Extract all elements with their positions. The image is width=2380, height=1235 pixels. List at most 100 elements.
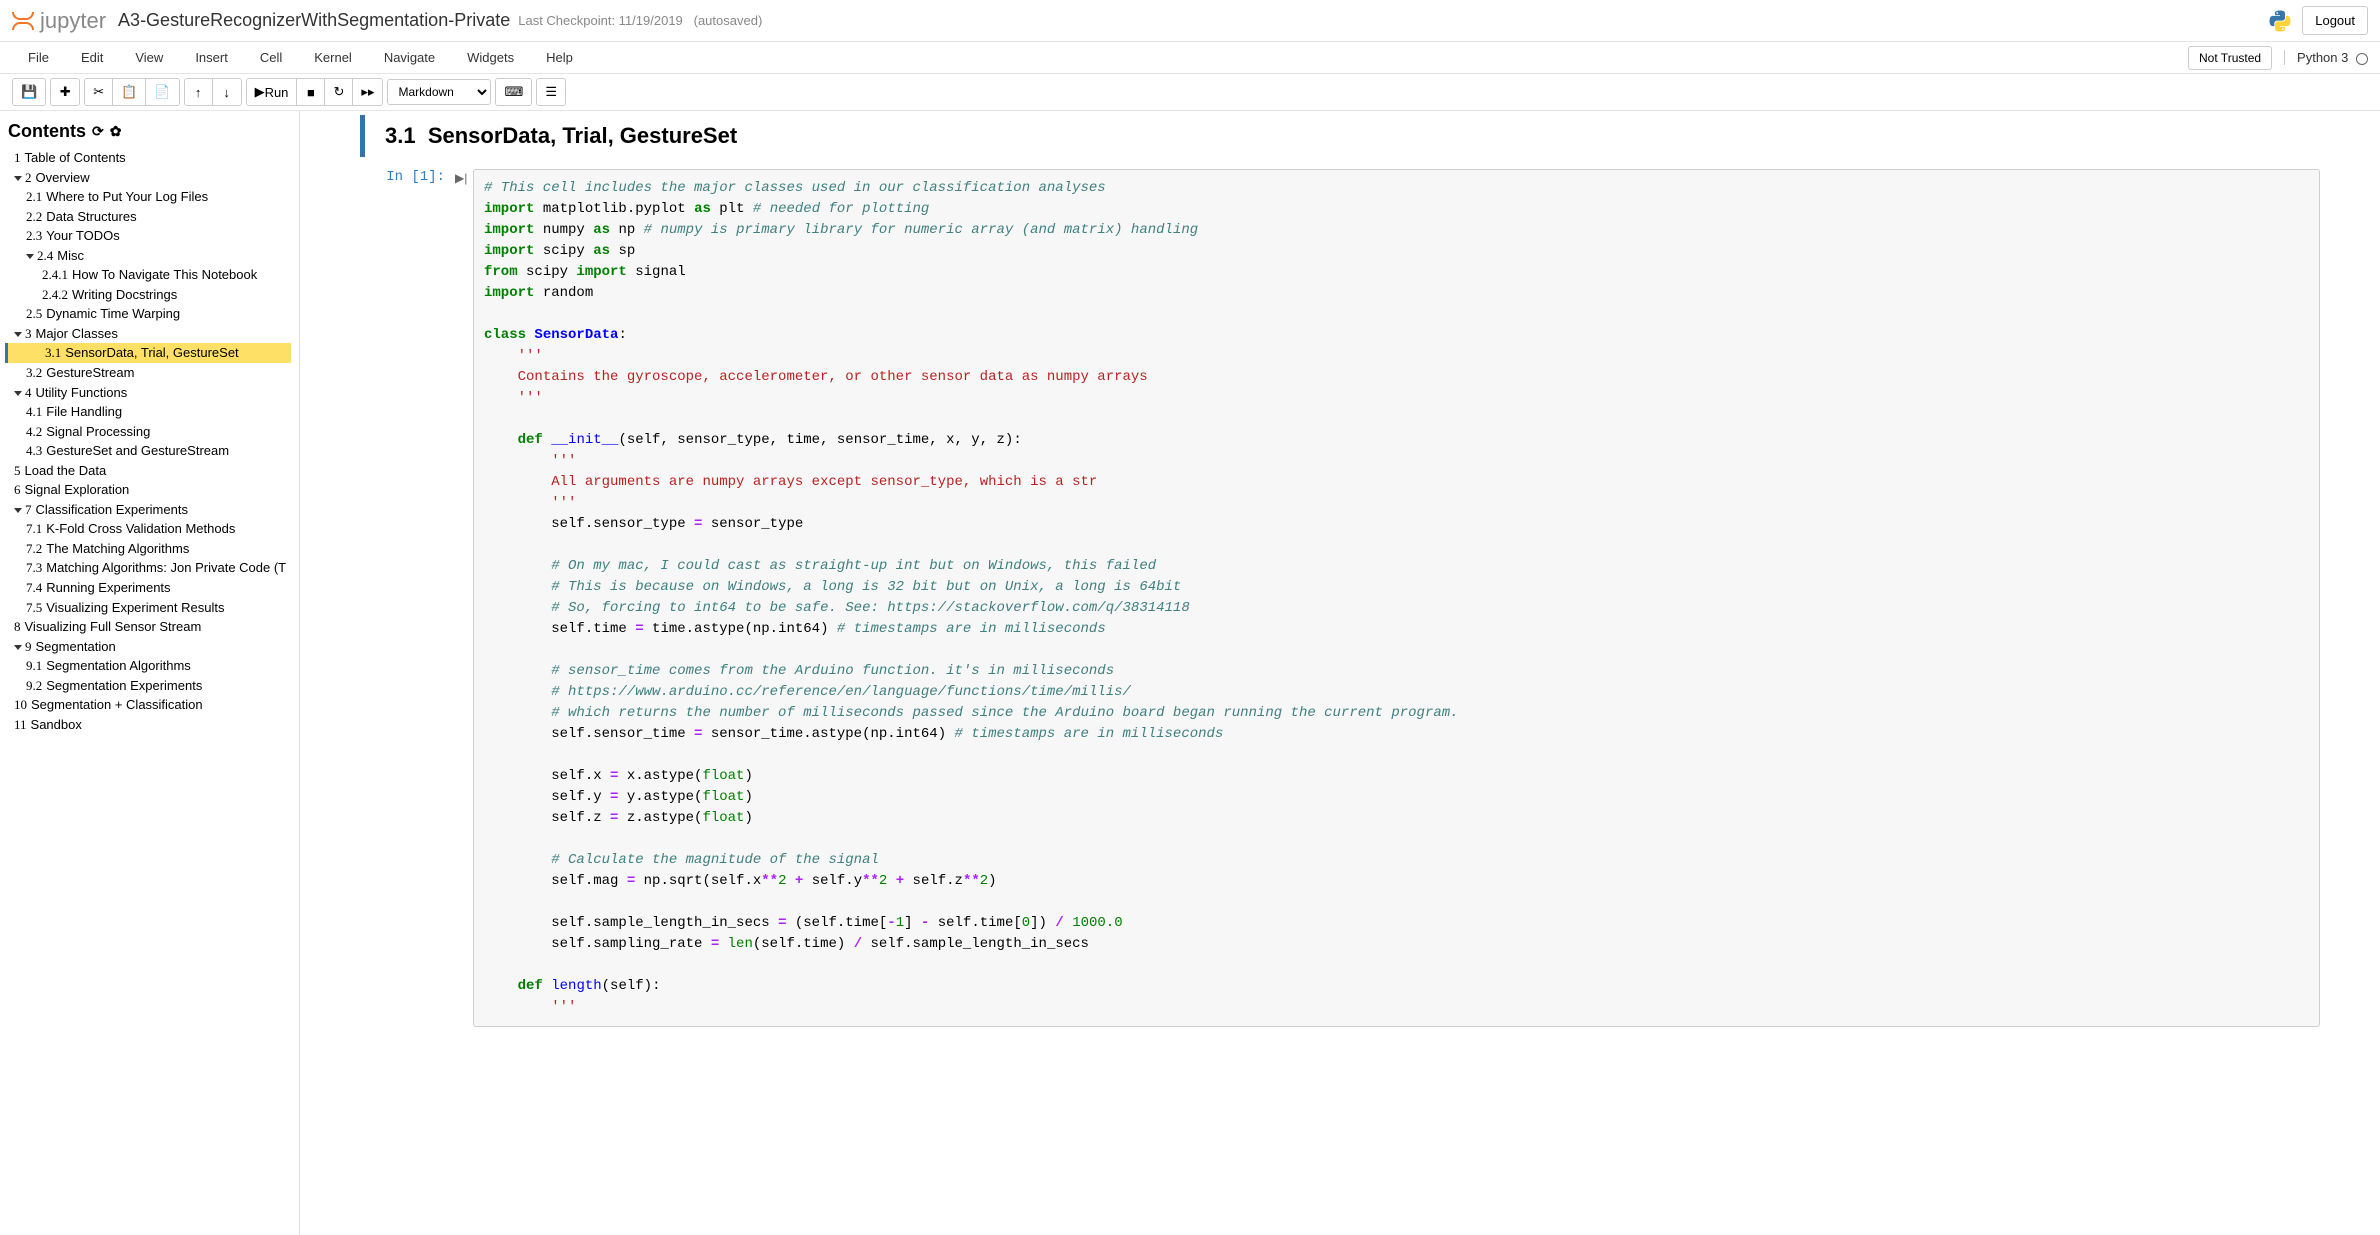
toc-item[interactable]: 7Classification Experiments (8, 500, 291, 520)
toc-label: Matching Algorithms: Jon Private Code (T (46, 560, 286, 575)
toc-item[interactable]: 4.2Signal Processing (8, 422, 291, 442)
code-cell[interactable]: In [1]: ▶| # This cell includes the majo… (360, 169, 2320, 1027)
toc-item[interactable]: 2.4 Misc (8, 246, 291, 266)
toc-item[interactable]: 9Segmentation (8, 637, 291, 657)
command-palette-button[interactable]: ⌨ (496, 79, 531, 105)
jupyter-logo[interactable]: jupyter (12, 8, 106, 34)
toc-item[interactable]: 3Major Classes (8, 324, 291, 344)
toc-item[interactable]: 2.5Dynamic Time Warping (8, 304, 291, 324)
toc-item[interactable]: 2.2Data Structures (8, 207, 291, 227)
notebook-name[interactable]: A3-GestureRecognizerWithSegmentation-Pri… (118, 10, 510, 31)
kernel-idle-icon (2356, 53, 2368, 65)
toc-button[interactable]: ☰ (537, 79, 565, 105)
toc-label: Segmentation Algorithms (46, 658, 191, 673)
menu-navigate[interactable]: Navigate (368, 44, 451, 71)
toc-item[interactable]: 7.2 The Matching Algorithms (8, 539, 291, 559)
toc-label: The Matching Algorithms (46, 541, 189, 556)
toc-num: 10 (14, 697, 27, 712)
toc-settings-icon[interactable]: ✿ (110, 123, 122, 140)
trust-indicator[interactable]: Not Trusted (2188, 46, 2272, 70)
toc-item[interactable]: 8Visualizing Full Sensor Stream (8, 617, 291, 637)
toc-item[interactable]: 1Table of Contents (8, 148, 291, 168)
toc-item[interactable]: 4.3GestureSet and GestureStream (8, 441, 291, 461)
toc-refresh-icon[interactable]: ⟳ (92, 123, 104, 140)
menu-cell[interactable]: Cell (244, 44, 298, 71)
menu-file[interactable]: File (12, 44, 65, 71)
toc-item[interactable]: 7.3 Matching Algorithms: Jon Private Code… (8, 558, 291, 578)
toc-num: 7.2 (26, 541, 42, 556)
caret-down-icon (14, 508, 22, 513)
toc-item[interactable]: 9.2Segmentation Experiments (8, 676, 291, 696)
toc-num: 3 (25, 326, 32, 341)
toc-num: 9.1 (26, 658, 42, 673)
caret-down-icon (14, 332, 22, 337)
copy-button[interactable]: 📋 (113, 79, 146, 105)
toc-num: 4.1 (26, 404, 42, 419)
move-down-button[interactable]: ↓ (213, 79, 241, 105)
toc-item[interactable]: 6Signal Exploration (8, 480, 291, 500)
caret-down-icon (14, 391, 22, 396)
menu-help[interactable]: Help (530, 44, 589, 71)
toc-item[interactable]: 2Overview (8, 168, 291, 188)
toc-label: Where to Put Your Log Files (46, 189, 208, 204)
toolbar: 💾 ✚ ✂ 📋 📄 ↑ ↓ ▶ Run ■ ↻ ▸▸ Markdown ⌨ ☰ (0, 74, 2380, 111)
kernel-name[interactable]: Python 3 (2284, 50, 2368, 65)
toc-item[interactable]: 7.1K-Fold Cross Validation Methods (8, 519, 291, 539)
move-up-button[interactable]: ↑ (185, 79, 213, 105)
menu-insert[interactable]: Insert (179, 44, 244, 71)
toc-label: Misc (57, 248, 84, 263)
code-input[interactable]: # This cell includes the major classes u… (473, 169, 2320, 1027)
restart-button[interactable]: ↻ (325, 79, 353, 105)
logout-button[interactable]: Logout (2302, 6, 2368, 35)
toc-label: Segmentation Experiments (46, 678, 202, 693)
toc-label: Running Experiments (46, 580, 170, 595)
toc-num: 2.5 (26, 306, 42, 321)
toc-item[interactable]: 4Utility Functions (8, 383, 291, 403)
cell-type-select[interactable]: Markdown (387, 79, 491, 105)
collapse-icon[interactable]: ▶| (455, 169, 473, 1027)
notebook-area[interactable]: 3.1 SensorData, Trial, GestureSet In [1]… (300, 111, 2380, 1235)
toc-item[interactable]: 2.1Where to Put Your Log Files (8, 187, 291, 207)
menu-edit[interactable]: Edit (65, 44, 119, 71)
run-button[interactable]: ▶ Run (247, 79, 298, 105)
toc-num: 9 (25, 639, 32, 654)
toc-item[interactable]: 3.1SensorData, Trial, GestureSet (5, 343, 291, 363)
toc-item[interactable]: 11Sandbox (8, 715, 291, 735)
toc-label: K-Fold Cross Validation Methods (46, 521, 235, 536)
toc-item[interactable]: 7.5Visualizing Experiment Results (8, 598, 291, 618)
menu-view[interactable]: View (119, 44, 179, 71)
toc-hscroll[interactable] (8, 1218, 291, 1230)
toc-num: 3.2 (26, 365, 42, 380)
insert-cell-button[interactable]: ✚ (51, 79, 79, 105)
toc-item[interactable]: 7.4Running Experiments (8, 578, 291, 598)
toc-item[interactable]: 4.1File Handling (8, 402, 291, 422)
toc-label: Writing Docstrings (72, 287, 177, 302)
toc-item[interactable]: 3.2 GestureStream (8, 363, 291, 383)
toc-item[interactable]: 9.1 Segmentation Algorithms (8, 656, 291, 676)
menu-widgets[interactable]: Widgets (451, 44, 530, 71)
save-button[interactable]: 💾 (13, 79, 45, 105)
caret-down-icon (14, 645, 22, 650)
cut-button[interactable]: ✂ (85, 79, 113, 105)
toc-item[interactable]: 5Load the Data (8, 461, 291, 481)
toc-num: 2.4 (37, 248, 53, 263)
toc-label: GestureStream (46, 365, 134, 380)
restart-run-all-button[interactable]: ▸▸ (353, 79, 382, 105)
toc-label: Overview (36, 170, 90, 185)
toc-num: 2.4.1 (42, 267, 68, 282)
toc-label: Signal Exploration (25, 482, 130, 497)
interrupt-button[interactable]: ■ (297, 79, 325, 105)
toc-num: 7.3 (26, 560, 42, 575)
toc-num: 3.1 (45, 345, 61, 360)
toc-label: Segmentation + Classification (31, 697, 203, 712)
toc-num: 7.5 (26, 600, 42, 615)
toc-num: 4.3 (26, 443, 42, 458)
paste-button[interactable]: 📄 (146, 79, 178, 105)
menubar: FileEditViewInsertCellKernelNavigateWidg… (0, 42, 2380, 74)
menu-kernel[interactable]: Kernel (298, 44, 368, 71)
toc-item[interactable]: 2.3Your TODOs (8, 226, 291, 246)
toc-num: 7 (25, 502, 32, 517)
toc-item[interactable]: 2.4.1How To Navigate This Notebook (8, 265, 291, 285)
toc-item[interactable]: 10 Segmentation + Classification (8, 695, 291, 715)
toc-item[interactable]: 2.4.2Writing Docstrings (8, 285, 291, 305)
